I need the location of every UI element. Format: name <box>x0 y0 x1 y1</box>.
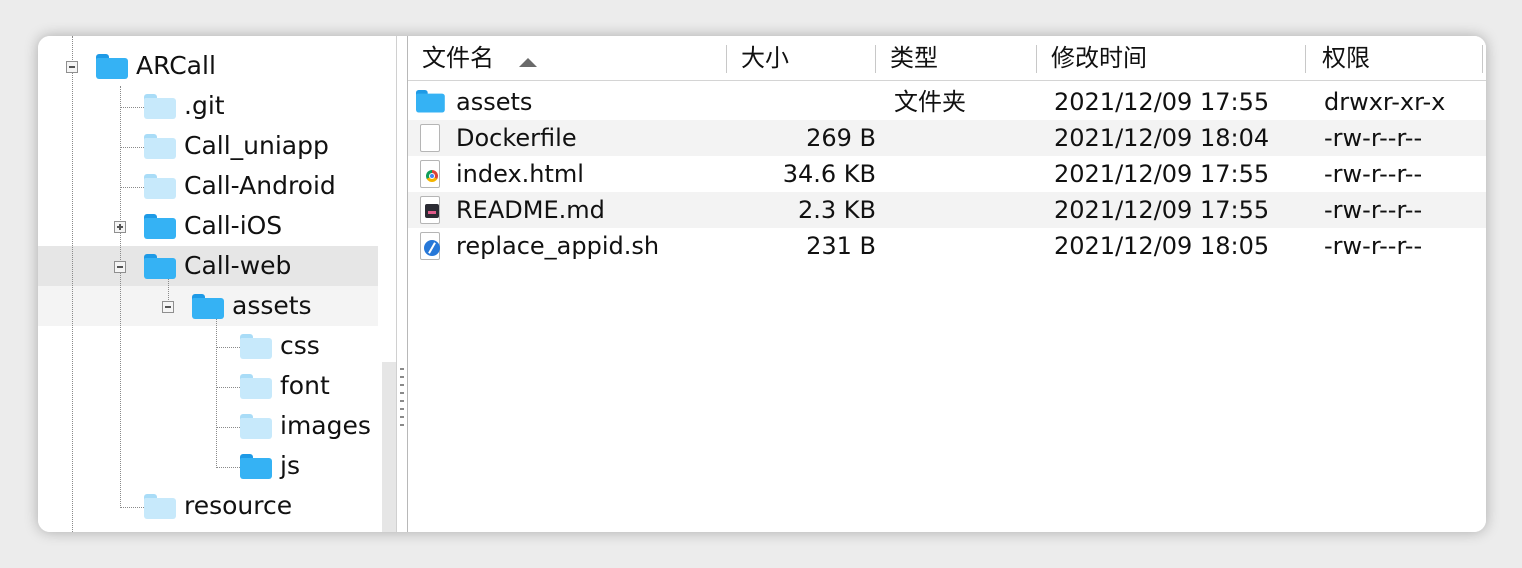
column-header-label: 大小 <box>741 44 789 72</box>
sort-ascending-icon[interactable] <box>519 58 537 67</box>
tree-guide-line <box>216 347 240 348</box>
column-header-type[interactable]: 类型 <box>876 36 1036 80</box>
splitter-grip <box>400 376 404 378</box>
file-browser-window: ARCall .git Call_uniapp Call-Android Cal… <box>38 36 1486 532</box>
splitter-grip <box>400 400 404 402</box>
collapse-icon[interactable] <box>66 61 78 73</box>
tree-guide-line <box>120 187 144 188</box>
file-permissions: -rw-r--r-- <box>1324 196 1423 224</box>
folder-icon <box>240 374 272 399</box>
file-name: replace_appid.sh <box>456 232 660 260</box>
expand-icon[interactable] <box>114 221 126 233</box>
file-name: Dockerfile <box>456 124 577 152</box>
tree-guide-line <box>216 427 240 428</box>
pane-splitter[interactable] <box>396 36 408 532</box>
file-modified: 2021/12/09 17:55 <box>1054 88 1270 116</box>
file-list[interactable]: 文件名 大小 类型 修改时间 权限 assets 文件夹 2021/12/09 … <box>408 36 1486 532</box>
tree-guide-line <box>120 507 144 508</box>
folder-icon <box>144 254 176 279</box>
folder-icon <box>96 54 128 79</box>
column-header-name[interactable]: 文件名 <box>408 36 726 80</box>
column-separator[interactable] <box>1482 45 1483 73</box>
tree-guide-line <box>216 316 217 468</box>
file-row-replace-appid-sh[interactable]: replace_appid.sh 231 B 2021/12/09 18:05 … <box>408 228 1486 264</box>
column-header-size[interactable]: 大小 <box>727 36 875 80</box>
tree-item-label: Call_uniapp <box>184 131 329 160</box>
tree-item-label: font <box>280 371 330 400</box>
folder-icon <box>144 494 176 519</box>
folder-icon <box>144 174 176 199</box>
splitter-grip <box>400 368 404 370</box>
file-modified: 2021/12/09 17:55 <box>1054 196 1270 224</box>
file-name: README.md <box>456 196 605 224</box>
folder-icon <box>144 134 176 159</box>
tree-item-label: resource <box>184 491 293 520</box>
tree-item-label: images <box>280 411 371 440</box>
directory-tree[interactable]: ARCall .git Call_uniapp Call-Android Cal… <box>38 36 380 532</box>
file-row-dockerfile[interactable]: Dockerfile 269 B 2021/12/09 18:04 -rw-r-… <box>408 120 1486 156</box>
file-name: index.html <box>456 160 584 188</box>
splitter-grip <box>400 424 404 426</box>
file-icon <box>418 124 442 152</box>
tree-scrollbar[interactable] <box>382 362 396 532</box>
file-row-assets[interactable]: assets 文件夹 2021/12/09 17:55 drwxr-xr-x <box>408 84 1486 120</box>
column-header-label: 文件名 <box>422 44 494 72</box>
file-permissions: -rw-r--r-- <box>1324 160 1423 188</box>
tree-item-label: .git <box>184 91 225 120</box>
tree-guide-line <box>216 467 240 468</box>
markdown-file-icon <box>418 196 442 224</box>
file-size: 231 B <box>806 232 876 260</box>
folder-icon <box>192 294 224 319</box>
tree-item-label: ARCall <box>136 51 216 80</box>
tree-item-label: assets <box>232 291 312 320</box>
column-header-label: 修改时间 <box>1051 44 1147 72</box>
tree-guide-line <box>120 147 144 148</box>
file-list-header: 文件名 大小 类型 修改时间 权限 <box>408 36 1486 81</box>
tree-item-label: css <box>280 331 320 360</box>
file-permissions: -rw-r--r-- <box>1324 232 1423 260</box>
folder-icon <box>240 334 272 359</box>
column-header-permissions[interactable]: 权限 <box>1306 36 1482 80</box>
file-type: 文件夹 <box>894 88 966 116</box>
tree-item-label: Call-web <box>184 251 292 280</box>
file-row-readme-md[interactable]: README.md 2.3 KB 2021/12/09 17:55 -rw-r-… <box>408 192 1486 228</box>
tree-guide-line <box>72 36 73 532</box>
column-header-label: 权限 <box>1322 44 1370 72</box>
file-modified: 2021/12/09 18:04 <box>1054 124 1270 152</box>
file-modified: 2021/12/09 17:55 <box>1054 160 1270 188</box>
file-size: 269 B <box>806 124 876 152</box>
file-size: 2.3 KB <box>798 196 876 224</box>
splitter-grip <box>400 392 404 394</box>
folder-icon <box>240 414 272 439</box>
folder-icon <box>240 454 272 479</box>
column-header-modified[interactable]: 修改时间 <box>1037 36 1305 80</box>
file-name: assets <box>456 88 533 116</box>
splitter-grip <box>400 416 404 418</box>
collapse-icon[interactable] <box>114 261 126 273</box>
tree-item-label: Call-iOS <box>184 211 283 240</box>
file-size: 34.6 KB <box>782 160 876 188</box>
html-file-icon <box>418 160 442 188</box>
folder-icon <box>144 214 176 239</box>
folder-icon <box>144 94 176 119</box>
file-row-index-html[interactable]: index.html 34.6 KB 2021/12/09 17:55 -rw-… <box>408 156 1486 192</box>
column-header-label: 类型 <box>890 44 938 72</box>
shell-script-icon <box>418 232 442 260</box>
folder-icon <box>416 88 445 116</box>
file-modified: 2021/12/09 18:05 <box>1054 232 1270 260</box>
tree-guide-line <box>120 107 144 108</box>
file-permissions: drwxr-xr-x <box>1324 88 1446 116</box>
tree-item-label: js <box>280 451 300 480</box>
splitter-grip <box>400 408 404 410</box>
splitter-grip <box>400 384 404 386</box>
tree-guide-line <box>216 387 240 388</box>
file-permissions: -rw-r--r-- <box>1324 124 1423 152</box>
collapse-icon[interactable] <box>162 301 174 313</box>
tree-guide-line <box>120 86 121 506</box>
tree-item-label: Call-Android <box>184 171 336 200</box>
